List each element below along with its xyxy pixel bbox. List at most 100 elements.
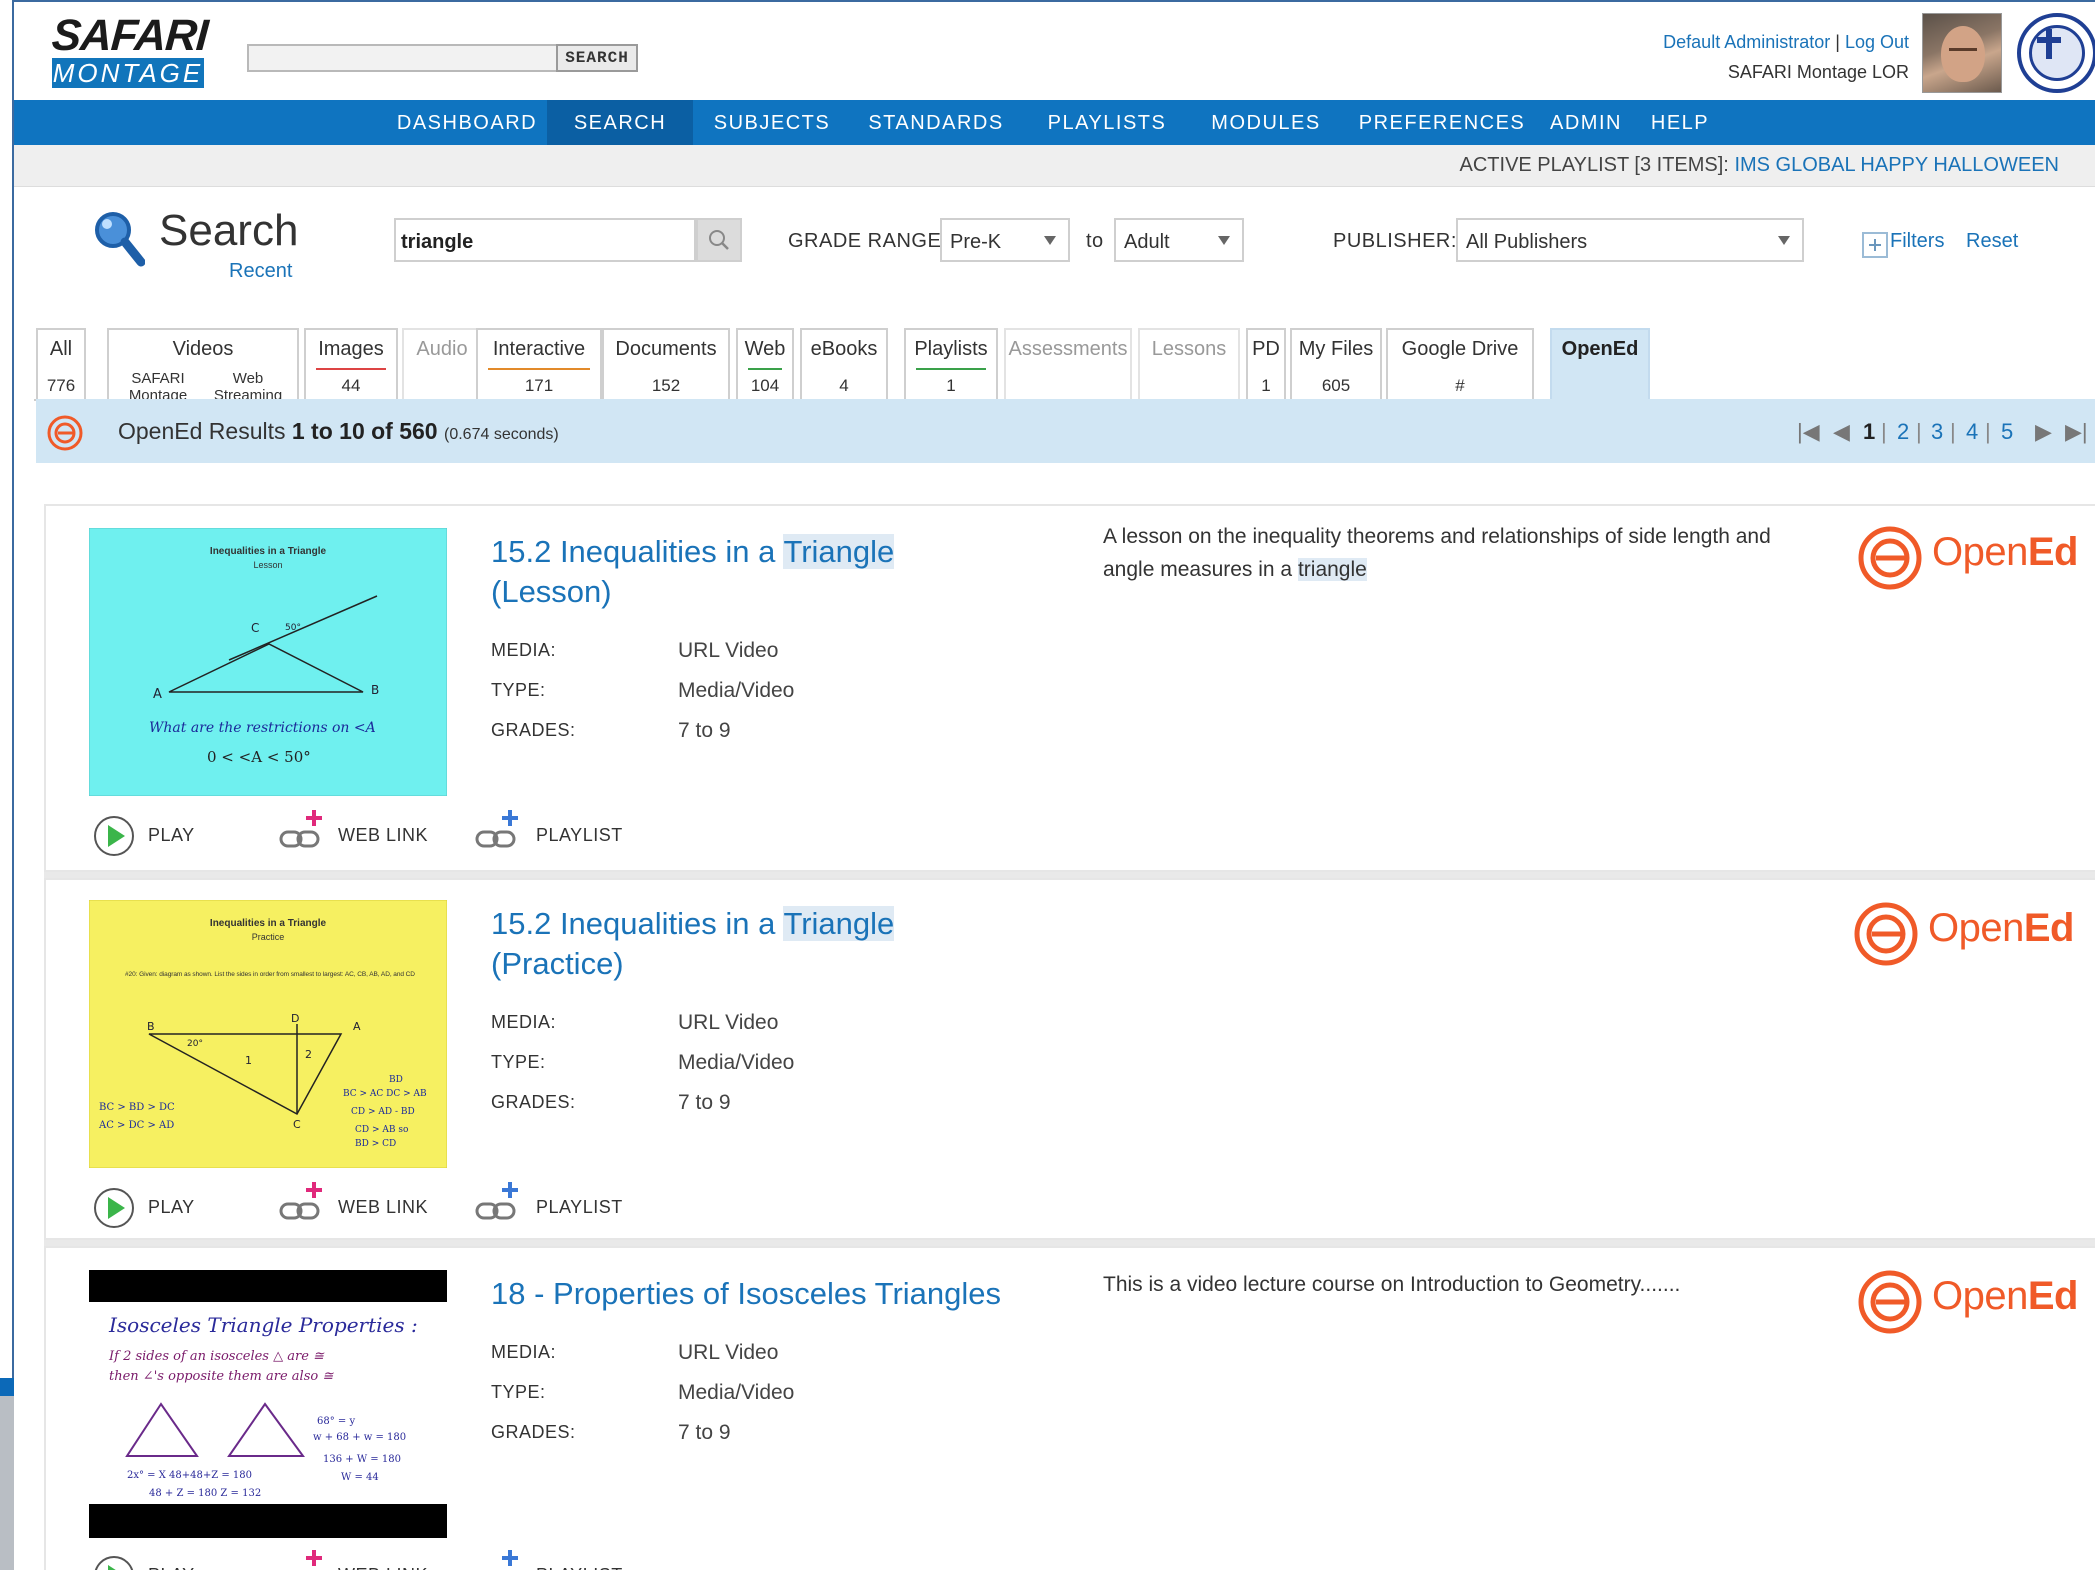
tab-all[interactable]: All 776 — [36, 328, 86, 400]
thumb-note: 136 + W = 180 — [323, 1454, 401, 1465]
safari-montage-logo[interactable]: SAFARI MONTAGE — [50, 11, 217, 92]
thumb-note: 48 + Z = 180 Z = 132 — [149, 1488, 261, 1499]
page-4[interactable]: 4 — [1966, 419, 1978, 445]
quick-search-input[interactable] — [247, 44, 561, 72]
title-highlight: Triangle — [783, 906, 895, 941]
grade-to-value: Adult — [1124, 231, 1170, 253]
app-frame: SAFARI MONTAGE SEARCH Default Administra… — [0, 0, 2095, 1570]
nav-subjects[interactable]: SUBJECTS — [704, 100, 840, 145]
tab-images[interactable]: Images 44 — [304, 328, 398, 400]
web-link-icon[interactable] — [278, 808, 326, 852]
active-playlist-link[interactable]: IMS GLOBAL HAPPY HALLOWEEN — [1734, 154, 2059, 176]
add-to-playlist-icon[interactable] — [474, 1548, 522, 1570]
web-link-button[interactable]: WEB LINK — [338, 825, 428, 846]
result-title-link[interactable]: 18 - Properties of Isosceles Triangles — [491, 1274, 1091, 1314]
tab-interactive[interactable]: Interactive 171 — [476, 328, 602, 400]
add-to-playlist-button[interactable]: PLAYLIST — [536, 825, 623, 846]
play-icon[interactable] — [92, 1186, 136, 1230]
title-text: (Practice) — [491, 946, 624, 981]
tab-playlists[interactable]: Playlists 1 — [904, 328, 998, 400]
grade-from-select[interactable]: Pre-K — [940, 218, 1070, 262]
tab-label: OpenEd — [1561, 338, 1639, 360]
reset-link[interactable]: Reset — [1966, 230, 2018, 253]
thumb-subtitle: Lesson — [253, 560, 282, 570]
play-button[interactable]: PLAY — [148, 825, 195, 846]
result-title-link[interactable]: 15.2 Inequalities in a Triangle (Lesson) — [491, 532, 1051, 612]
add-to-playlist-button[interactable]: PLAYLIST — [536, 1565, 623, 1570]
nav-search[interactable]: SEARCH — [547, 100, 693, 145]
first-page-icon[interactable]: |◀ — [1797, 419, 1820, 445]
thumb-label-a: A — [153, 687, 162, 702]
page-3[interactable]: 3 — [1931, 419, 1943, 445]
nav-help[interactable]: HELP — [1642, 100, 1718, 145]
play-button[interactable]: PLAY — [148, 1197, 195, 1218]
filters-expand-icon[interactable] — [1862, 232, 1888, 258]
thumb-note: CD > AB so — [355, 1125, 408, 1135]
result-card: Inequalities in a Triangle Lesson A B C … — [44, 504, 2095, 872]
web-link-button[interactable]: WEB LINK — [338, 1197, 428, 1218]
magnifier-icon — [95, 212, 145, 267]
type-value: Media/Video — [678, 1051, 795, 1074]
nav-preferences[interactable]: PREFERENCES — [1352, 100, 1532, 145]
filters-link[interactable]: Filters — [1890, 230, 1944, 253]
tab-videos[interactable]: Videos SAFARI Montage Web Streaming — [107, 328, 299, 404]
tab-my-files[interactable]: My Files 605 — [1290, 328, 1382, 400]
grade-to-select[interactable]: Adult — [1114, 218, 1244, 262]
search-input[interactable]: triangle — [394, 218, 696, 262]
play-button[interactable]: PLAY — [148, 1565, 195, 1570]
search-submit-button[interactable] — [696, 218, 742, 262]
play-icon[interactable] — [92, 1554, 136, 1570]
logo-line1: SAFARI — [50, 11, 210, 60]
nav-dashboard[interactable]: DASHBOARD — [379, 100, 555, 145]
last-page-icon[interactable]: ▶| — [2065, 419, 2088, 445]
web-link-button[interactable]: WEB LINK — [338, 1565, 428, 1570]
next-page-icon[interactable]: ▶ — [2035, 419, 2052, 445]
nav-admin[interactable]: ADMIN — [1544, 100, 1628, 145]
nav-modules[interactable]: MODULES — [1192, 100, 1340, 145]
prev-page-icon[interactable]: ◀ — [1833, 419, 1850, 445]
tab-count: 1 — [1261, 376, 1271, 395]
user-name-link[interactable]: Default Administrator — [1663, 32, 1830, 52]
web-link-icon[interactable] — [278, 1548, 326, 1570]
logout-link[interactable]: Log Out — [1845, 32, 1909, 52]
play-icon[interactable] — [92, 814, 136, 858]
type-value: Media/Video — [678, 679, 795, 702]
page-2[interactable]: 2 — [1897, 419, 1909, 445]
media-label: MEDIA: — [491, 1342, 557, 1362]
thumb-text: then ∠'s opposite them are also ≅ — [109, 1369, 334, 1384]
publisher-select[interactable]: All Publishers — [1456, 218, 1804, 262]
tab-pd[interactable]: PD 1 — [1246, 328, 1286, 400]
tab-web[interactable]: Web 104 — [736, 328, 794, 400]
grades-value: 7 to 9 — [678, 1091, 731, 1114]
avatar[interactable] — [1922, 13, 2002, 93]
results-bar: OpenEd Results 1 to 10 of 560 (0.674 sec… — [36, 399, 2095, 463]
tab-ebooks[interactable]: eBooks 4 — [800, 328, 888, 400]
add-to-playlist-icon[interactable] — [474, 808, 522, 852]
tab-assessments[interactable]: Assessments — [1004, 328, 1132, 400]
quick-search-button[interactable]: SEARCH — [556, 44, 638, 72]
thumb-label-2: 2 — [305, 1048, 312, 1061]
tab-documents[interactable]: Documents 152 — [602, 328, 730, 400]
result-title-link[interactable]: 15.2 Inequalities in a Triangle (Practice… — [491, 904, 1051, 984]
recent-link[interactable]: Recent — [229, 260, 292, 283]
description-highlight: triangle — [1297, 558, 1367, 581]
tab-opened[interactable]: OpenEd — [1550, 328, 1650, 402]
tab-audio[interactable]: Audio — [402, 328, 482, 400]
result-thumbnail[interactable]: Inequalities in a Triangle Practice #20:… — [89, 900, 447, 1168]
page-5[interactable]: 5 — [2001, 419, 2013, 445]
result-thumbnail[interactable]: Inequalities in a Triangle Lesson A B C … — [89, 528, 447, 796]
nav-playlists[interactable]: PLAYLISTS — [1034, 100, 1180, 145]
add-to-playlist-icon[interactable] — [474, 1180, 522, 1224]
thumb-note: CD > AD - BD — [351, 1107, 415, 1117]
nav-standards[interactable]: STANDARDS — [850, 100, 1022, 145]
type-label: TYPE: — [491, 1052, 546, 1072]
add-to-playlist-button[interactable]: PLAYLIST — [536, 1197, 623, 1218]
media-value: URL Video — [678, 1341, 779, 1364]
result-card: Isosceles Triangle Properties : If 2 sid… — [44, 1246, 2095, 1570]
tab-lessons[interactable]: Lessons — [1138, 328, 1240, 400]
result-thumbnail[interactable]: Isosceles Triangle Properties : If 2 sid… — [89, 1270, 447, 1538]
web-link-icon[interactable] — [278, 1180, 326, 1224]
tab-google-drive[interactable]: Google Drive # — [1386, 328, 1534, 400]
page-1[interactable]: 1 — [1863, 419, 1875, 445]
thumb-note: BD > CD — [355, 1139, 396, 1149]
